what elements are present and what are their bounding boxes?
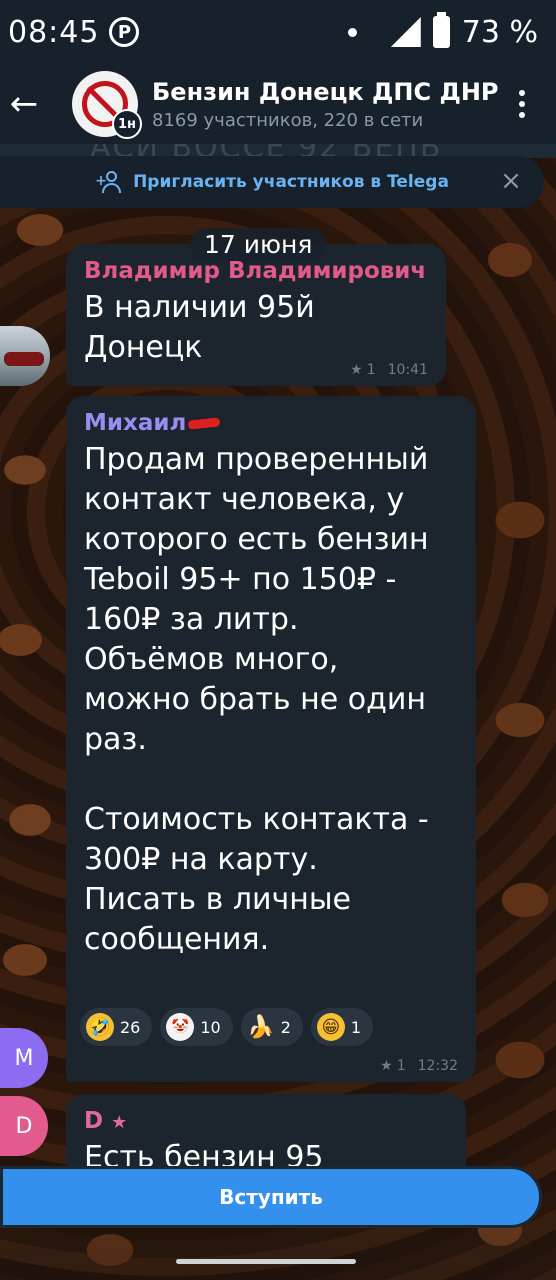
rofl-emoji-icon: 🤣 [86,1013,114,1041]
date-separator: 17 июня [190,228,327,261]
redaction-mark [187,417,221,430]
message-views: 1 [366,362,376,378]
dot-icon [519,90,525,96]
back-button[interactable]: ← [4,84,44,124]
status-indicators: 73 % [347,12,538,50]
sender-name-row[interactable]: D ★ [66,1094,466,1134]
invite-members-bar[interactable]: + Пригласить участников в Telega × [0,156,544,208]
group-avatar[interactable]: 1н [72,71,142,139]
reaction-count: 26 [120,1017,141,1037]
message-meta: ★ 1 12:32 [380,1058,458,1074]
battery-level: 73 % [461,14,538,50]
star-icon: ★ [350,362,363,378]
star-icon: ★ [380,1058,393,1074]
sender-name: Михаил [84,410,187,436]
battery-icon [432,12,450,48]
reaction-count: 10 [200,1017,221,1037]
reactions-row: 🤣 26 🤡 10 🍌 2 😁 1 [80,1008,374,1046]
message-time: 10:41 [387,362,428,378]
message-time: 12:32 [417,1058,458,1074]
clown-emoji-icon: 🤡 [166,1013,195,1041]
message-bubble[interactable]: Владимир Владимирович В наличии 95й Доне… [66,244,446,386]
reaction-chip[interactable]: 🤣 26 [80,1008,153,1046]
add-user-icon: + [95,170,125,194]
chat-screen: 08:45 P 73 % ← 1н Бензин Донецк ДПС ДНР … [0,0,556,1280]
banana-emoji-icon: 🍌 [247,1014,275,1040]
user-avatar[interactable] [0,326,50,386]
dot-icon [519,101,525,107]
arrow-left-icon: ← [9,84,39,124]
message-text: В наличии 95й Донецк [84,290,315,365]
message-views: 1 [396,1058,406,1074]
signal-icon [391,17,421,47]
reaction-count: 1 [350,1017,362,1037]
star-icon: ★ [111,1112,128,1133]
sender-name: D [84,1108,104,1134]
notification-dot-icon [347,27,357,37]
close-icon[interactable]: × [496,166,526,196]
home-indicator[interactable] [176,1259,356,1264]
dot-icon [519,112,525,118]
app-notification-icon: P [109,17,140,47]
status-time: 08:45 [8,14,100,50]
invite-members-link[interactable]: + Пригласить участников в Telega [95,170,449,194]
sender-name-row[interactable]: Михаил [66,396,476,436]
reaction-chip[interactable]: 😁 1 [310,1008,374,1046]
more-options-button[interactable] [504,90,540,118]
reaction-chip[interactable]: 🤡 10 [160,1008,233,1046]
message-bubble[interactable]: Михаил Продам проверенный контакт челове… [66,396,476,1082]
chat-header[interactable]: ← 1н Бензин Донецк ДПС ДНР 8169 участник… [0,64,556,144]
status-bar: 08:45 P 73 % [0,0,556,64]
header-text[interactable]: Бензин Донецк ДПС ДНР 8169 участников, 2… [152,78,504,131]
user-avatar[interactable]: D [0,1096,48,1156]
join-button[interactable]: Вступить [0,1166,542,1228]
auto-delete-timer-badge: 1н [112,109,142,139]
reaction-chip[interactable]: 🍌 2 [240,1008,303,1046]
invite-label: Пригласить участников в Telega [133,172,449,192]
grin-emoji-icon: 😁 [316,1013,345,1041]
group-subtitle: 8169 участников, 220 в сети [152,109,424,131]
message-meta: ★ 1 10:41 [350,362,428,378]
reaction-count: 2 [280,1017,291,1037]
message-text: Продам проверенный контакт человека, у к… [84,442,429,957]
user-avatar[interactable]: M [0,1028,48,1088]
group-title: Бензин Донецк ДПС ДНР [152,77,499,106]
